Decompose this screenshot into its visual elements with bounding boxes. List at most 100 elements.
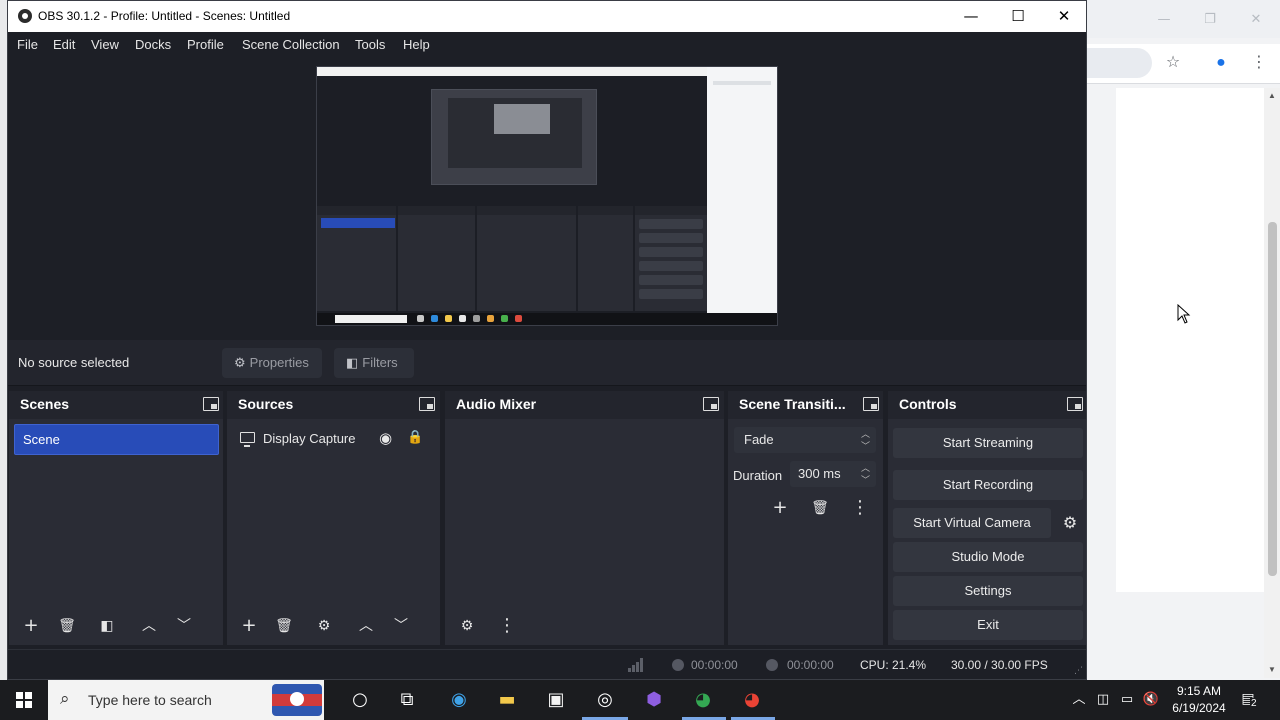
menu-scene-collection[interactable]: Scene Collection [242, 37, 340, 52]
audio-mixer-dock: Audio Mixer ⚙ ⋮ [445, 391, 724, 645]
window-title: OBS 30.1.2 - Profile: Untitled - Scenes:… [38, 9, 291, 23]
menu-help[interactable]: Help [403, 37, 430, 52]
undock-icon[interactable] [863, 397, 879, 411]
transition-select[interactable]: Fade ︿ ﹀ [734, 427, 876, 453]
start-recording-button[interactable]: Start Recording [893, 470, 1083, 500]
undock-icon[interactable] [203, 397, 219, 411]
cpu-usage: CPU: 21.4% [860, 658, 927, 672]
undock-icon[interactable] [1067, 397, 1083, 411]
volume-muted-icon[interactable]: 🔇 [1142, 691, 1160, 709]
browser-minimize-icon[interactable]: — [1152, 10, 1176, 30]
undock-icon[interactable] [419, 397, 435, 411]
menu-profile[interactable]: Profile [187, 37, 224, 52]
browser-titlebar: — ❐ ✕ [1086, 0, 1280, 38]
move-source-down-button[interactable]: ﹀ [387, 613, 415, 639]
app-icon[interactable]: ⬢ [636, 686, 672, 714]
duration-spinbox[interactable]: 300 ms ︿ ﹀ [790, 461, 876, 487]
background-browser-window: — ❐ ✕ ☆ ● ⋮ ▲ ▼ [1086, 0, 1280, 680]
remove-scene-button[interactable]: 🗑 [53, 613, 81, 639]
clock-time: 9:15 AM [1176, 684, 1222, 698]
search-highlight-image [272, 684, 322, 716]
taskbar-search-box[interactable]: ⌕ Type here to search [48, 680, 324, 720]
audio-mixer-title: Audio Mixer [456, 396, 537, 412]
store-icon[interactable]: ▣ [538, 686, 574, 714]
scenes-title: Scenes [20, 396, 70, 412]
add-source-button[interactable]: + [235, 613, 263, 639]
obs-window: OBS 30.1.2 - Profile: Untitled - Scenes:… [7, 0, 1087, 680]
menu-tools[interactable]: Tools [355, 37, 385, 52]
maximize-button[interactable]: ☐ [995, 1, 1041, 32]
menu-bar: File Edit View Docks Profile Scene Colle… [8, 32, 1086, 58]
audio-mixer-menu-button[interactable]: ⋮ [493, 613, 521, 639]
signal-bars-icon [628, 658, 644, 672]
task-view-icon[interactable]: ⧉ [389, 686, 425, 714]
obs-taskbar-icon[interactable]: ◎ [587, 686, 623, 714]
move-scene-up-button[interactable]: ︿ [135, 613, 163, 639]
browser-address-bar[interactable] [1086, 48, 1152, 78]
source-properties-button[interactable]: ⚙ [310, 613, 338, 639]
settings-button[interactable]: Settings [893, 576, 1083, 606]
close-button[interactable]: ✕ [1041, 1, 1087, 32]
menu-file[interactable]: File [17, 37, 38, 52]
scene-transitions-dock: Scene Transiti... Fade ︿ ﹀ Duration 300 m… [728, 391, 883, 645]
source-toolbar: No source selected ⚙ Properties ◧ Filters [8, 340, 1086, 386]
start-streaming-button[interactable]: Start Streaming [893, 428, 1083, 458]
remove-source-button[interactable]: 🗑 [270, 613, 298, 639]
chrome-icon[interactable]: ◕ [685, 686, 721, 714]
minimize-button[interactable]: — [948, 1, 994, 32]
chrome-icon-2[interactable]: ◕ [734, 686, 770, 714]
start-button[interactable] [0, 680, 48, 720]
virtual-camera-settings-icon[interactable]: ⚙ [1056, 508, 1084, 538]
tray-app-icon[interactable]: ◫ [1094, 691, 1112, 709]
spin-arrows-icon: ︿ ﹀ [860, 463, 870, 485]
sources-title: Sources [238, 396, 294, 412]
visibility-eye-icon[interactable]: ◉ [379, 429, 392, 447]
filters-button[interactable]: ◧ Filters [334, 348, 414, 378]
add-scene-button[interactable]: + [17, 613, 45, 639]
record-status-icon [766, 659, 778, 671]
move-scene-down-button[interactable]: ﹀ [170, 613, 198, 639]
scroll-down-icon[interactable]: ▼ [1266, 664, 1278, 676]
program-preview[interactable] [316, 66, 778, 326]
gear-icon: ⚙ [234, 355, 246, 370]
add-transition-button[interactable]: + [767, 495, 793, 521]
edge-icon[interactable]: ◉ [441, 686, 477, 714]
resize-grip-icon[interactable]: ⋰ [1074, 665, 1083, 676]
scroll-up-icon[interactable]: ▲ [1266, 90, 1278, 102]
browser-scrollbar-thumb[interactable] [1268, 222, 1277, 576]
notification-count: 2 [1250, 698, 1258, 709]
bookmark-star-icon[interactable]: ☆ [1162, 52, 1184, 74]
duration-value: 300 ms [798, 466, 841, 481]
properties-button[interactable]: ⚙ Properties [222, 348, 322, 378]
lock-icon[interactable]: 🔒 [407, 429, 423, 445]
remove-transition-button[interactable]: 🗑 [807, 495, 833, 521]
studio-mode-button[interactable]: Studio Mode [893, 542, 1083, 572]
advanced-audio-settings-button[interactable]: ⚙ [453, 613, 481, 639]
undock-icon[interactable] [703, 397, 719, 411]
cortana-icon[interactable]: ○ [342, 686, 378, 714]
sources-dock: Sources Display Capture ◉ 🔒 + 🗑 ⚙ ︿ ﹀ [227, 391, 440, 645]
stream-status-icon [672, 659, 684, 671]
browser-restore-icon[interactable]: ❐ [1198, 10, 1222, 30]
menu-view[interactable]: View [91, 37, 119, 52]
menu-docks[interactable]: Docks [135, 37, 171, 52]
tray-overflow-icon[interactable]: ︿ [1070, 691, 1088, 709]
start-virtual-camera-button[interactable]: Start Virtual Camera [893, 508, 1051, 538]
menu-edit[interactable]: Edit [53, 37, 75, 52]
clock[interactable]: 9:15 AM 6/19/2024 [1162, 683, 1236, 717]
duration-label: Duration [733, 468, 783, 483]
monitor-icon [240, 432, 255, 447]
spin-arrows-icon: ︿ ﹀ [860, 429, 870, 451]
move-source-up-button[interactable]: ︿ [352, 613, 380, 639]
transition-menu-button[interactable]: ⋮ [847, 495, 873, 521]
profile-icon[interactable]: ● [1210, 52, 1232, 74]
obs-logo-icon [18, 9, 32, 23]
browser-menu-icon[interactable]: ⋮ [1248, 52, 1270, 74]
scene-list-item[interactable]: Scene [14, 424, 219, 455]
scene-filters-button[interactable]: ◧ [93, 613, 121, 639]
browser-close-icon[interactable]: ✕ [1244, 10, 1268, 30]
network-icon[interactable]: ▭ [1118, 691, 1136, 709]
exit-button[interactable]: Exit [893, 610, 1083, 640]
source-list-item[interactable]: Display Capture ◉ 🔒 [237, 429, 437, 449]
file-explorer-icon[interactable]: ▬ [489, 686, 525, 714]
